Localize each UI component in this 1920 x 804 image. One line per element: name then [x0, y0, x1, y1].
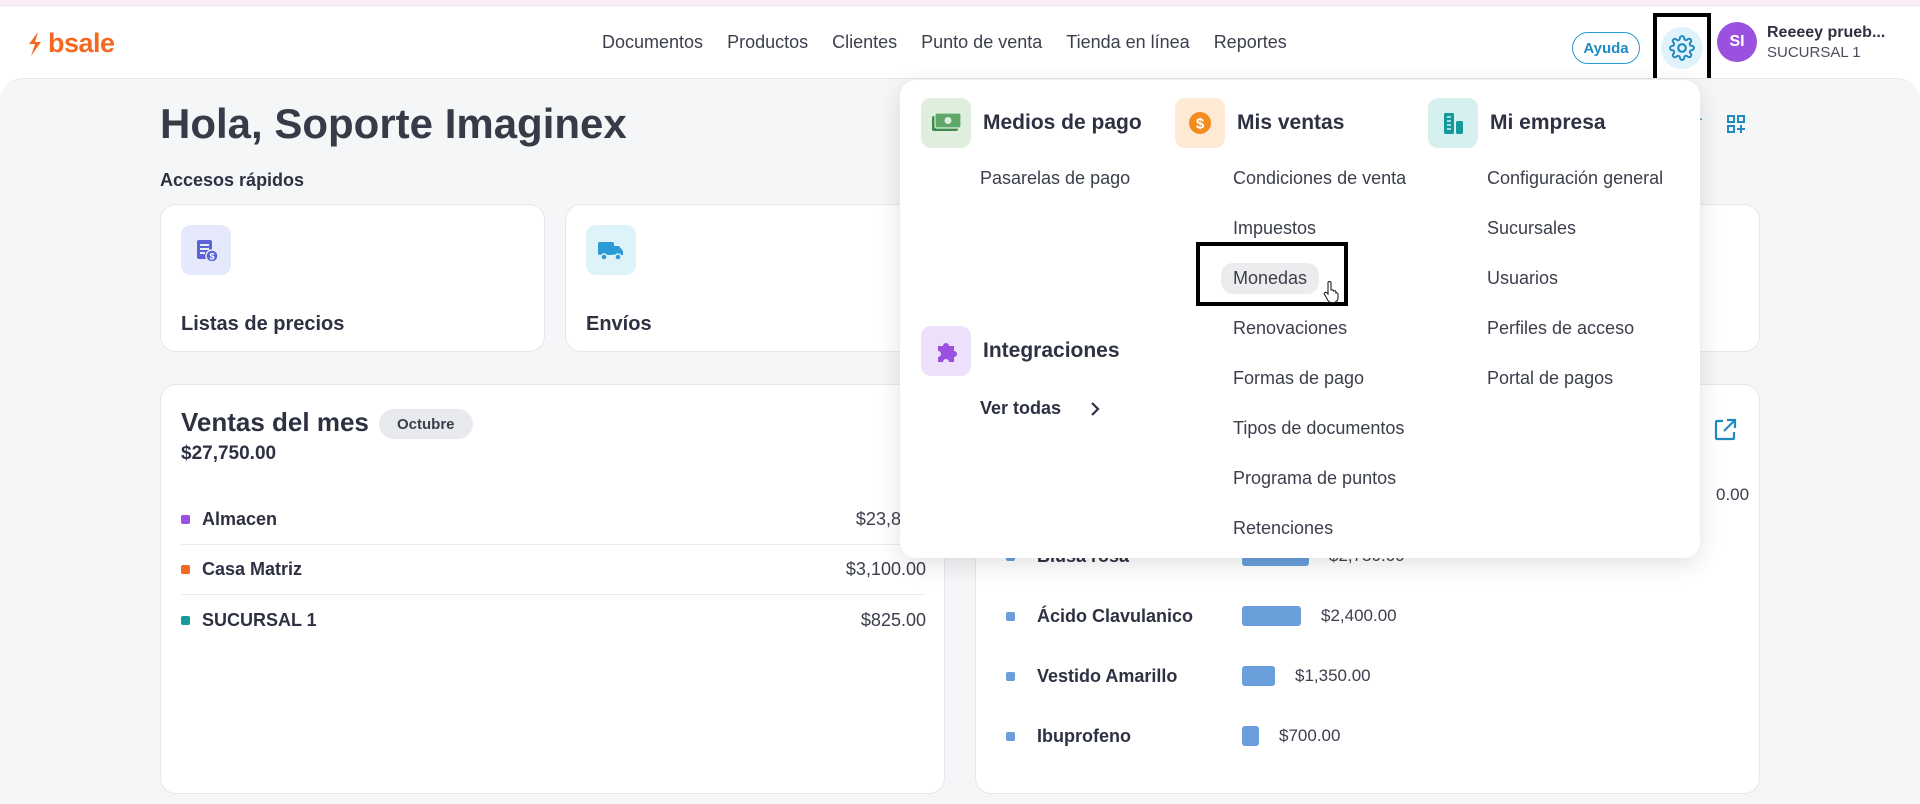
product-row: Ibuprofeno $700.00 — [1006, 721, 1340, 751]
settings-dropdown: Medios de pago Pasarelas de pago Integra… — [900, 80, 1700, 558]
integrations-section-header: Integraciones — [921, 326, 1120, 376]
menu-item-payment-gateways[interactable]: Pasarelas de pago — [980, 168, 1130, 189]
sales-settings-section: $ Mis ventas — [1175, 98, 1344, 148]
grid-add-icon[interactable] — [1726, 114, 1746, 134]
quick-access-price-lists[interactable]: $ Listas de precios — [160, 204, 545, 352]
gear-icon — [1669, 35, 1695, 61]
hand-cursor-icon — [1323, 281, 1339, 303]
branch-name: SUCURSAL 1 — [202, 609, 317, 630]
integrations-section-title: Integraciones — [983, 339, 1120, 362]
payment-section-header: Medios de pago — [921, 98, 1142, 148]
nav-documentos[interactable]: Documentos — [590, 32, 715, 53]
chevron-right-icon — [1091, 401, 1100, 416]
integrations-section: Integraciones — [921, 326, 1120, 376]
help-button[interactable]: Ayuda — [1572, 32, 1640, 64]
series-dot — [181, 565, 190, 574]
menu-item-document-types[interactable]: Tipos de documentos — [1233, 418, 1404, 439]
sales-total: $27,750.00 — [181, 443, 277, 464]
nav-punto-de-venta[interactable]: Punto de venta — [909, 32, 1054, 53]
series-dot — [181, 615, 190, 625]
series-dot — [1006, 671, 1015, 681]
price-list-icon: $ — [181, 225, 231, 275]
page-title: Hola, Soporte Imaginex — [160, 100, 627, 147]
nav-clientes[interactable]: Clientes — [820, 32, 909, 53]
truck-icon — [586, 225, 636, 275]
series-dot — [1006, 611, 1015, 621]
nav-tienda-en-linea[interactable]: Tienda en línea — [1054, 32, 1201, 53]
product-name: Vestido Amarillo — [1037, 665, 1178, 686]
menu-item-payment-portal[interactable]: Portal de pagos — [1487, 368, 1613, 389]
svg-text:$: $ — [209, 252, 214, 262]
company-section-header: Mi empresa — [1428, 98, 1606, 148]
sales-settings-header: $ Mis ventas — [1175, 98, 1344, 148]
settings-button-bg — [1661, 27, 1703, 69]
monthly-sales-card: Ventas del mes Octubre $27,750.00 Almace… — [160, 384, 945, 794]
svg-text:$: $ — [1196, 116, 1205, 133]
branch-amount: $825.00 — [860, 609, 926, 630]
month-badge[interactable]: Octubre — [379, 409, 473, 439]
product-bar — [1242, 666, 1275, 686]
company-section: Mi empresa — [1428, 98, 1606, 148]
menu-item-withholdings[interactable]: Retenciones — [1233, 518, 1333, 539]
menu-item-general-settings[interactable]: Configuración general — [1487, 168, 1663, 189]
menu-item-sale-conditions[interactable]: Condiciones de venta — [1233, 168, 1406, 189]
branch-name: Casa Matriz — [202, 559, 303, 579]
user-name[interactable]: Reeeey prueb... — [1767, 24, 1885, 42]
quick-access-label: Accesos rápidos — [160, 170, 305, 190]
product-row: Vestido Amarillo $1,350.00 — [1006, 661, 1371, 691]
product-name: Ácido Clavulanico — [1037, 605, 1194, 626]
payment-section: Medios de pago — [921, 98, 1142, 148]
top-header: bsale Documentos Productos Clientes Punt… — [0, 6, 1920, 78]
menu-item-points-program[interactable]: Programa de puntos — [1233, 468, 1396, 489]
building-icon — [1428, 98, 1478, 148]
product-name: Ibuprofeno — [1037, 725, 1131, 746]
dollar-coin-icon: $ — [1175, 98, 1225, 148]
menu-item-taxes[interactable]: Impuestos — [1233, 218, 1316, 239]
sales-row: SUCURSAL 1 $825.00 — [181, 595, 926, 645]
product-bar — [1242, 726, 1259, 746]
menu-item-renewals[interactable]: Renovaciones — [1233, 318, 1347, 339]
settings-button[interactable] — [1653, 13, 1711, 83]
main-nav: Documentos Productos Clientes Punto de v… — [590, 32, 1299, 53]
product-amount: $700.00 — [1279, 726, 1341, 745]
see-all-integrations-link[interactable]: Ver todas — [980, 398, 1101, 419]
branch-name: Almacen — [202, 509, 278, 529]
sales-row: Almacen $23,825. — [181, 495, 926, 545]
see-all-label: Ver todas — [980, 398, 1062, 418]
series-dot — [1006, 731, 1015, 741]
bsale-logo[interactable]: bsale — [26, 28, 115, 59]
product-amount: $2,400.00 — [1321, 606, 1397, 625]
menu-item-payment-methods[interactable]: Formas de pago — [1233, 368, 1364, 389]
user-avatar[interactable]: SI — [1717, 22, 1757, 62]
company-section-title: Mi empresa — [1490, 111, 1606, 134]
product-row: Ácido Clavulanico $2,400.00 — [1006, 601, 1397, 631]
cash-icon — [921, 98, 971, 148]
bsale-logo-icon — [29, 31, 41, 56]
menu-item-branches[interactable]: Sucursales — [1487, 218, 1576, 239]
branch-amount: $3,100.00 — [845, 559, 926, 579]
sales-title: Ventas del mes — [181, 407, 369, 437]
quick-access-label-shipping: Envíos — [586, 313, 652, 335]
puzzle-icon — [921, 326, 971, 376]
user-branch: SUCURSAL 1 — [1767, 44, 1861, 61]
product-bar — [1242, 606, 1301, 626]
sales-row: Casa Matriz $3,100.00 — [181, 545, 926, 595]
series-dot — [181, 515, 190, 524]
product-amount: $1,350.00 — [1295, 666, 1371, 685]
external-link-icon[interactable] — [1712, 417, 1738, 443]
quick-access-label-price-lists: Listas de precios — [181, 313, 345, 335]
partial-amount: 0.00 — [1716, 485, 1750, 504]
sales-settings-title: Mis ventas — [1237, 111, 1345, 134]
menu-item-users[interactable]: Usuarios — [1487, 268, 1558, 289]
payment-section-title: Medios de pago — [983, 111, 1142, 134]
nav-reportes[interactable]: Reportes — [1202, 32, 1299, 53]
nav-productos[interactable]: Productos — [715, 32, 820, 53]
menu-item-access-profiles[interactable]: Perfiles de acceso — [1487, 318, 1634, 339]
logo-text: bsale — [48, 28, 115, 58]
